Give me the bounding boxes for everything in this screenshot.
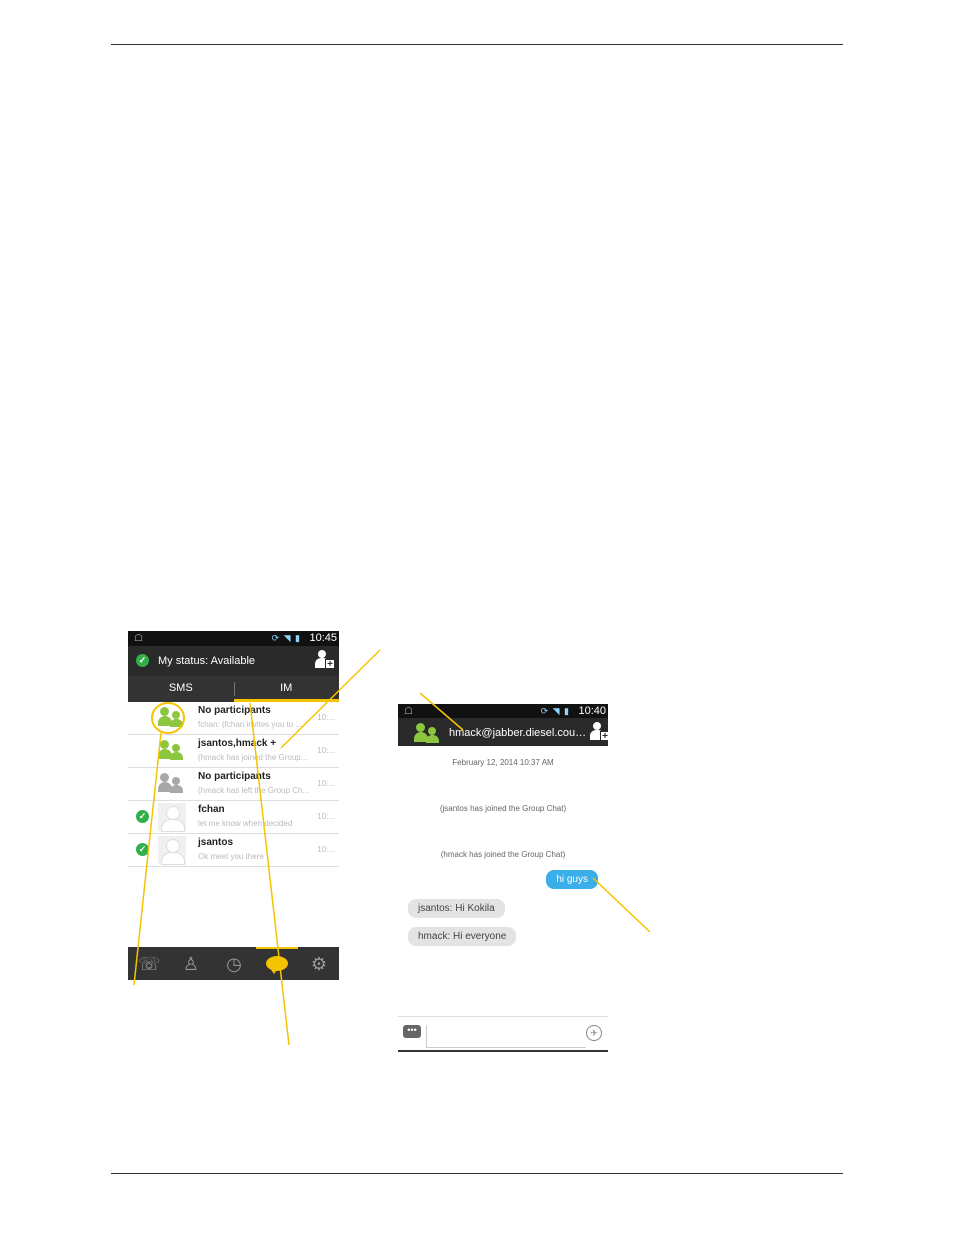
conversation-row[interactable]: ✓ fchan let me know when decided 10:... [128, 801, 339, 834]
conversation-preview: (hmack has left the Group Ch... [198, 786, 310, 795]
settings-icon[interactable]: ⚙ [308, 953, 330, 975]
phone-icon[interactable]: ☏ [138, 953, 161, 975]
compose-bar: ••• ✈ [398, 1016, 608, 1052]
conversation-time: 10:... [317, 779, 335, 788]
chat-header: hmack@jabber.diesel.count... + [398, 718, 608, 746]
tab-sms[interactable]: SMS [128, 676, 234, 702]
conversation-row[interactable]: No participants (hmack has left the Grou… [128, 768, 339, 801]
emoticon-icon[interactable]: ••• [403, 1025, 421, 1038]
conversation-preview: let me know when decided [198, 819, 293, 828]
conversation-name: jsantos,hmack + [198, 738, 277, 749]
signal-icons: ⟳ ◥ ▮ [271, 633, 301, 643]
conversation-list: No participants fchan: (fchan invites yo… [128, 702, 339, 867]
conversation-time: 10:... [317, 812, 335, 821]
contacts-icon[interactable]: ♙ [180, 953, 202, 975]
group-chat-screenshot: ☖ ⟳ ◥ ▮ 10:40 hmack@jabber.diesel.count.… [398, 704, 608, 1052]
status-time: 10:45 [309, 632, 337, 644]
bottom-nav: ☏ ♙ ◷ ⚙ [128, 947, 339, 980]
chat-icon[interactable] [266, 956, 288, 974]
group-chat-icon [414, 720, 442, 748]
my-status-bar[interactable]: ✓ My status: Available + [128, 646, 339, 676]
outgoing-message: hi guys [546, 870, 598, 889]
conversation-preview: (hmack has joined the Group... [198, 753, 308, 762]
conversation-row[interactable]: No participants fchan: (fchan invites yo… [128, 702, 339, 735]
history-icon[interactable]: ◷ [223, 953, 245, 975]
group-chat-icon [158, 737, 186, 765]
conversation-time: 10:... [317, 746, 335, 755]
person-avatar-icon [158, 836, 186, 865]
status-bar: ☖ ⟳ ◥ ▮ 10:45 [128, 631, 339, 646]
system-message: (jsantos has joined the Group Chat) [439, 804, 567, 813]
conversations-screenshot: ☖ ⟳ ◥ ▮ 10:45 ✓ My status: Available + S… [128, 631, 339, 980]
status-time: 10:40 [578, 705, 606, 717]
conversation-preview: fchan: (fchan invites you to ... [198, 720, 303, 729]
conversation-row[interactable]: ✓ jsantos Ok meet you there 10:... [128, 834, 339, 867]
android-icon: ☖ [404, 706, 413, 717]
chat-title: hmack@jabber.diesel.count... [449, 727, 589, 739]
send-icon[interactable]: ✈ [586, 1025, 602, 1041]
group-chat-icon [158, 704, 186, 732]
message-input[interactable] [426, 1025, 586, 1048]
header-rule [111, 44, 843, 45]
footer-rule [111, 1173, 843, 1174]
tab-im[interactable]: IM [233, 676, 339, 702]
status-available-icon: ✓ [136, 654, 149, 667]
conversation-time: 10:... [317, 713, 335, 722]
group-chat-inactive-icon [158, 770, 186, 798]
my-status-label: My status: Available [158, 655, 256, 667]
person-avatar-icon [158, 803, 186, 832]
add-contact-icon[interactable]: + [315, 650, 335, 670]
incoming-message: hmack: Hi everyone [408, 927, 517, 946]
add-participant-icon[interactable]: + [590, 722, 608, 742]
chat-date: February 12, 2014 10:37 AM [452, 758, 554, 767]
conversation-name: jsantos [198, 837, 234, 848]
conversation-name: No participants [198, 705, 271, 716]
conversation-preview: Ok meet you there [198, 852, 264, 861]
incoming-message: jsantos: Hi Kokila [408, 899, 505, 918]
online-status-icon: ✓ [136, 843, 149, 856]
status-bar: ☖ ⟳ ◥ ▮ 10:40 [398, 704, 608, 718]
conversation-name: fchan [198, 804, 225, 815]
active-nav-indicator [256, 947, 298, 949]
android-icon: ☖ [134, 633, 143, 644]
online-status-icon: ✓ [136, 810, 149, 823]
conversation-name: No participants [198, 771, 271, 782]
system-message: (hmack has joined the Group Chat) [440, 850, 566, 859]
conversation-time: 10:... [317, 845, 335, 854]
conversation-row[interactable]: jsantos,hmack + (hmack has joined the Gr… [128, 735, 339, 768]
tab-bar: SMS IM [128, 676, 339, 702]
signal-icons: ⟳ ◥ ▮ [540, 706, 570, 716]
